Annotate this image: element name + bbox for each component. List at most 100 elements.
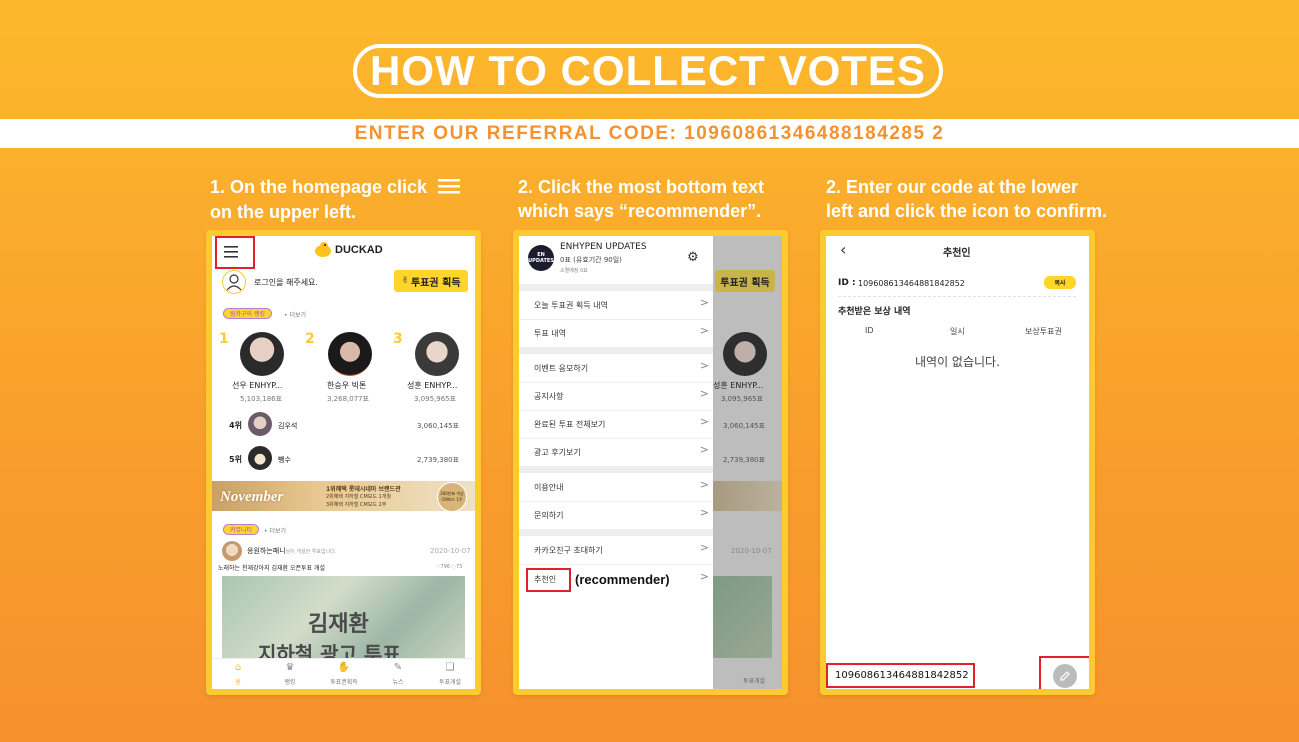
rank-1-photo[interactable]	[240, 332, 284, 376]
user-avatar-icon[interactable]	[222, 270, 246, 294]
hand-icon: ✌	[401, 276, 410, 286]
menu-guide[interactable]: 이용안내 >	[519, 473, 713, 502]
rank-4-photo	[248, 412, 272, 436]
step2-text: 2. Click the most bottom text which says…	[518, 175, 764, 223]
bottom-nav: ⌂ 홈 ♛ 랭킹 ✋ 투표권획득 ✎ 뉴스 ❏ 투표개설	[212, 658, 475, 689]
post-author-line: 응원하는패니님이 개설한 투표입니다.	[247, 546, 336, 556]
section-title: 추천받은 보상 내역	[838, 307, 911, 317]
post-image[interactable]: 김재환 지하철 광고 투표	[222, 576, 465, 666]
post-date: 2020-10-07	[430, 547, 471, 555]
menu-invite-kakao[interactable]: 카카오친구 초대하기 >	[519, 536, 713, 565]
banner-line1: 1위혜택 롯데시네마 브랜드관	[326, 486, 401, 493]
channel-sub: 소멸예정 0표	[560, 268, 588, 274]
post-author-avatar[interactable]	[222, 541, 242, 561]
phone-recommender: ‹ 추천인 ID : 109608613464881842852 복사 추천받은…	[820, 230, 1095, 695]
back-arrow-icon[interactable]: ‹	[840, 240, 846, 259]
recommender-note: (recommender)	[575, 572, 670, 587]
chevron-right-icon: >	[699, 570, 709, 583]
chevron-right-icon: >	[699, 387, 709, 400]
rank-5-photo	[248, 446, 272, 470]
separator	[519, 466, 713, 473]
nav-home[interactable]: 홈	[218, 677, 258, 686]
pencil-icon[interactable]	[1053, 664, 1077, 688]
recommender-screen: ‹ 추천인 ID : 109608613464881842852 복사 추천받은…	[826, 236, 1089, 689]
chat-icon: ❏	[445, 662, 455, 673]
post-likes: ♡796	[436, 564, 451, 570]
brand-name: DUCKAD	[335, 244, 383, 256]
rank-4-label: 4위	[229, 421, 242, 430]
step2-line2: which says “recommender”.	[518, 201, 762, 221]
menu-ad-reviews[interactable]: 광고 후기보기 >	[519, 438, 713, 467]
chevron-right-icon: >	[699, 324, 709, 337]
menu-events[interactable]: 이벤트 응모하기 >	[519, 354, 713, 383]
nav-create-vote[interactable]: 투표개설	[430, 677, 470, 686]
ticket-hand-icon: ✋	[337, 662, 351, 673]
code-input[interactable]: 109608613464881842852	[835, 670, 969, 681]
community-more-link[interactable]: • 더보기	[264, 526, 286, 535]
menu-notices[interactable]: 공지사항 >	[519, 382, 713, 411]
nav-get-ticket[interactable]: 투표권획득	[324, 677, 364, 686]
channel-name: ENHYPEN UPDATES	[560, 242, 647, 252]
bg-votes-1: 3,095,965표	[721, 395, 764, 403]
dimmed-background[interactable]: 투표권 획득 성훈 ENHYP... 3,095,965표 3,060,145표…	[713, 236, 782, 689]
nav-news[interactable]: 뉴스	[378, 677, 418, 686]
divider	[838, 296, 1076, 297]
id-value: 109608613464881842852	[858, 279, 965, 288]
post-image-text1: 김재환	[308, 612, 369, 637]
bg-banner	[713, 481, 782, 511]
page-title: HOW TO COLLECT VOTES	[353, 44, 943, 98]
bg-image	[713, 576, 772, 658]
ranking-more-link[interactable]: • 더보기	[284, 310, 306, 319]
get-ticket-button[interactable]: ✌ 투표권 획득	[394, 270, 468, 292]
channel-logo: EN UPDATES	[528, 245, 554, 271]
referral-banner: ENTER OUR REFERRAL CODE: 109608613464881…	[0, 119, 1299, 148]
step3-line1: 2. Enter our code at the lower	[826, 177, 1079, 197]
nav-ranking[interactable]: 랭킹	[270, 677, 310, 686]
menu-label: 이용안내	[534, 483, 564, 492]
step3-text: 2. Enter our code at the lower left and …	[826, 175, 1107, 223]
menu-inquiry[interactable]: 문의하기 >	[519, 501, 713, 530]
menu-today-tickets[interactable]: 오늘 투표권 획득 내역 >	[519, 291, 713, 320]
rank-3-number: 3	[393, 331, 403, 347]
copy-button[interactable]: 복사	[1044, 276, 1076, 289]
login-prompt[interactable]: 로그인을 해주세요.	[254, 277, 318, 288]
bg-votes-2: 3,060,145표	[723, 422, 766, 430]
bg-ticket-label: 투표권 획득	[720, 277, 770, 289]
rank-1-votes: 5,103,186표	[240, 395, 283, 403]
gear-icon[interactable]: ⚙	[687, 250, 699, 265]
menu-vote-history[interactable]: 투표 내역 >	[519, 319, 713, 348]
rank-4-votes: 3,060,145표	[417, 422, 460, 430]
recommender-highlight	[526, 568, 571, 592]
promo-banner[interactable]: November 1위혜택 롯데시네마 브랜드관 2위혜택 지하철 CM보드 1…	[212, 481, 475, 512]
home-screen: DUCKAD 로그인을 해주세요. ✌ 투표권 획득 링카구의 랭킹 • 더보기…	[212, 236, 475, 689]
rank-2-number: 2	[305, 331, 315, 347]
col-id: ID	[865, 326, 874, 335]
menu-label: 오늘 투표권 획득 내역	[534, 301, 608, 310]
bg-avatar	[723, 332, 767, 376]
col-date: 일시	[950, 327, 965, 336]
rank-3-photo[interactable]	[415, 332, 459, 376]
menu-label: 광고 후기보기	[534, 448, 581, 457]
get-ticket-label: 투표권 획득	[411, 277, 461, 289]
bg-votes-3: 2,739,380표	[723, 456, 766, 464]
chevron-right-icon: >	[699, 415, 709, 428]
rank-2-name: 한승우 빅톤	[327, 381, 367, 390]
bg-ticket-button: 투표권 획득	[715, 270, 775, 292]
phone-menu: 투표권 획득 성훈 ENHYP... 3,095,965표 3,060,145표…	[513, 230, 788, 695]
step1-text: 1. On the homepage click on the upper le…	[210, 175, 461, 224]
channel-votes: 0표 (유효기간 90일)	[560, 256, 622, 264]
community-tag: 커뮤니티	[223, 524, 260, 535]
home-icon: ⌂	[234, 662, 242, 673]
chevron-right-icon: >	[699, 478, 709, 491]
news-icon: ✎	[393, 662, 403, 673]
rank-2-photo[interactable]	[328, 332, 372, 376]
post-comments: ◌73	[451, 564, 463, 570]
menu-label: 투표 내역	[534, 329, 566, 338]
banner-title: November	[220, 489, 284, 505]
post-title[interactable]: 노래하는 천재강아지 김재환 오픈투표 개설	[218, 563, 325, 572]
step1-line1: 1. On the homepage click	[210, 177, 428, 197]
hamburger-icon	[438, 176, 461, 200]
post-stats: ♡796 ◌73	[436, 564, 462, 570]
bg-nav-label: 투표개설	[743, 678, 766, 685]
menu-completed-votes[interactable]: 완료된 투표 전체보기 >	[519, 410, 713, 439]
